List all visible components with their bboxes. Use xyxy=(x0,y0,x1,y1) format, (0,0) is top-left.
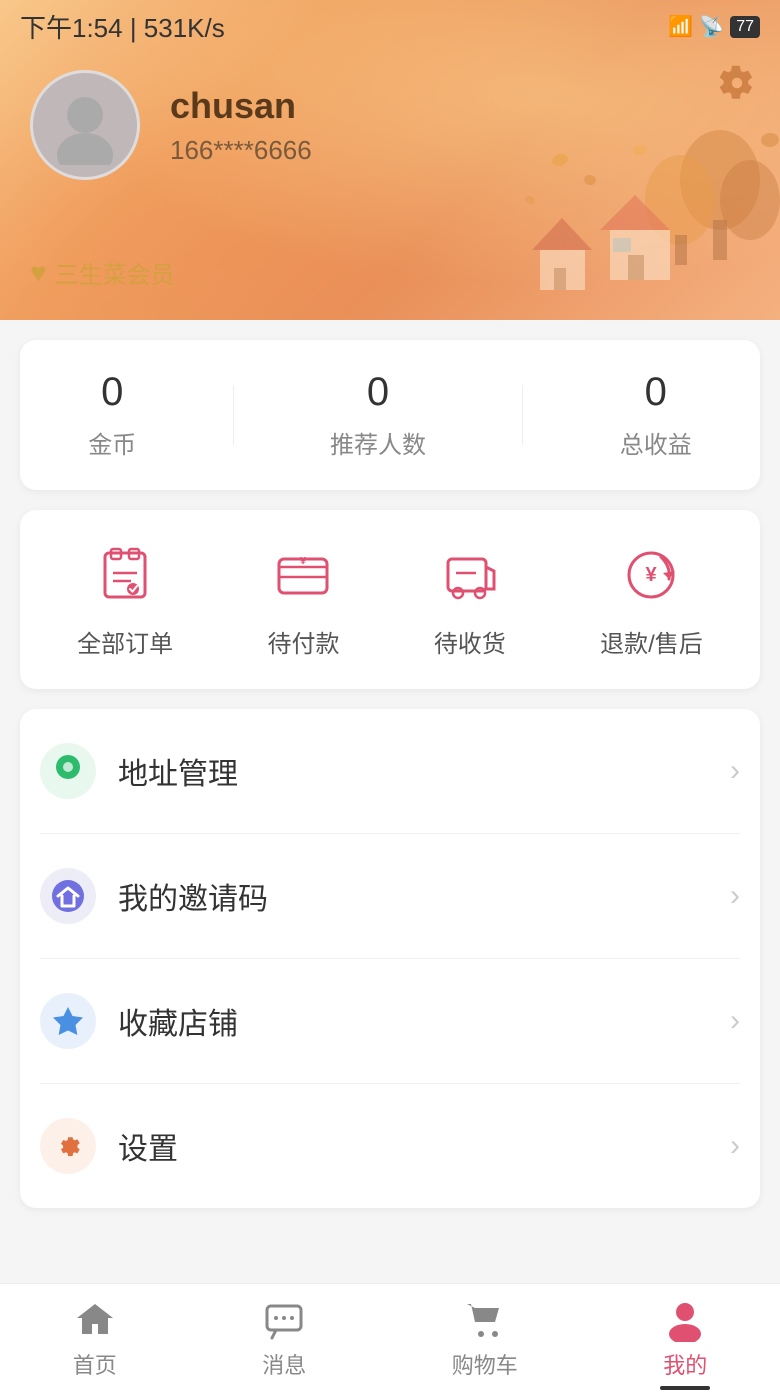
profile-content: chusan 166****6666 xyxy=(30,70,312,180)
stats-card: 0 金币 0 推荐人数 0 总收益 xyxy=(20,340,760,490)
favorites-label: 收藏店铺 xyxy=(118,999,708,1043)
nav-cart-label: 购物车 xyxy=(452,1348,518,1380)
stat-referrals: 0 推荐人数 xyxy=(330,370,426,460)
coins-label: 金币 xyxy=(88,425,136,460)
status-time: 下午1:54 | 531K/s xyxy=(20,8,225,45)
location-icon-wrap xyxy=(40,743,96,799)
pending-delivery-icon xyxy=(435,540,505,610)
favorites-arrow: › xyxy=(730,1004,740,1038)
location-icon xyxy=(48,751,88,791)
svg-text:¥: ¥ xyxy=(646,564,658,586)
settings-icon-menu xyxy=(48,1126,88,1166)
favorite-icon xyxy=(48,1001,88,1041)
invite-icon xyxy=(48,876,88,916)
stat-earnings: 0 总收益 xyxy=(620,370,692,460)
menu-item-favorites[interactable]: 收藏店铺 › xyxy=(40,959,740,1084)
gear-icon xyxy=(719,65,755,101)
orders-card: 全部订单 ¥ 待付款 xyxy=(20,510,760,689)
pending-payment-label: 待付款 xyxy=(267,624,339,659)
profile-details: chusan 166****6666 xyxy=(170,85,312,166)
username: chusan xyxy=(170,85,312,127)
status-bar: 下午1:54 | 531K/s 📶 📡 77 xyxy=(0,0,780,53)
avatar[interactable] xyxy=(30,70,140,180)
signal-icon: 📶 xyxy=(668,14,693,39)
nav-profile-label: 我的 xyxy=(663,1348,707,1380)
cart-icon xyxy=(463,1298,507,1342)
active-tab-indicator xyxy=(660,1386,710,1390)
home-icon xyxy=(73,1298,117,1342)
nav-profile[interactable]: 我的 xyxy=(643,1288,727,1390)
nav-messages-label: 消息 xyxy=(262,1348,306,1380)
nav-messages[interactable]: 消息 xyxy=(242,1288,326,1390)
svg-text:¥: ¥ xyxy=(301,556,307,567)
refund-icon: ¥ xyxy=(616,540,686,610)
nav-home-label: 首页 xyxy=(73,1348,117,1380)
menu-item-address[interactable]: 地址管理 › xyxy=(40,709,740,834)
referrals-label: 推荐人数 xyxy=(330,425,426,460)
heart-icon: ♥ xyxy=(30,257,47,289)
message-icon xyxy=(262,1298,306,1342)
coins-value: 0 xyxy=(101,370,123,415)
invite-label: 我的邀请码 xyxy=(118,874,708,918)
wifi-icon: 📡 xyxy=(699,14,724,39)
menu-item-settings[interactable]: 设置 › xyxy=(40,1084,740,1208)
status-icons: 📶 📡 77 xyxy=(668,14,760,39)
all-orders-icon xyxy=(90,540,160,610)
invite-arrow: › xyxy=(730,879,740,913)
bottom-nav: 首页 消息 购物车 我的 xyxy=(0,1283,780,1393)
settings-icon-wrap-menu xyxy=(40,1118,96,1174)
order-pending-delivery[interactable]: 待收货 xyxy=(434,540,506,659)
order-pending-payment[interactable]: ¥ 待付款 xyxy=(267,540,339,659)
earnings-value: 0 xyxy=(645,370,667,415)
settings-label: 设置 xyxy=(118,1124,708,1168)
order-refund[interactable]: ¥ 退款/售后 xyxy=(600,540,703,659)
battery-indicator: 77 xyxy=(730,16,760,38)
nav-cart[interactable]: 购物车 xyxy=(432,1288,538,1390)
nav-home[interactable]: 首页 xyxy=(53,1288,137,1390)
banner-art xyxy=(480,100,780,320)
main-content: 0 金币 0 推荐人数 0 总收益 xyxy=(0,340,780,1328)
stat-divider-1 xyxy=(233,385,234,445)
stat-coins: 0 金币 xyxy=(88,370,136,460)
favorite-icon-wrap xyxy=(40,993,96,1049)
all-orders-label: 全部订单 xyxy=(77,624,173,659)
settings-arrow: › xyxy=(730,1129,740,1163)
referrals-value: 0 xyxy=(367,370,389,415)
menu-item-invite[interactable]: 我的邀请码 › xyxy=(40,834,740,959)
settings-button[interactable] xyxy=(714,60,760,106)
earnings-label: 总收益 xyxy=(620,425,692,460)
phone-number: 166****6666 xyxy=(170,135,312,166)
order-all[interactable]: 全部订单 xyxy=(77,540,173,659)
member-label: 三生菜会员 xyxy=(55,255,175,290)
invite-icon-wrap xyxy=(40,868,96,924)
pending-payment-icon: ¥ xyxy=(268,540,338,610)
pending-delivery-label: 待收货 xyxy=(434,624,506,659)
member-badge: ♥ 三生菜会员 xyxy=(30,255,175,290)
profile-icon xyxy=(663,1298,707,1342)
refund-label: 退款/售后 xyxy=(600,624,703,659)
stat-divider-2 xyxy=(522,385,523,445)
avatar-icon xyxy=(45,85,125,165)
address-arrow: › xyxy=(730,754,740,788)
menu-card: 地址管理 › 我的邀请码 › 收藏店铺 xyxy=(20,709,760,1208)
address-label: 地址管理 xyxy=(118,749,708,793)
